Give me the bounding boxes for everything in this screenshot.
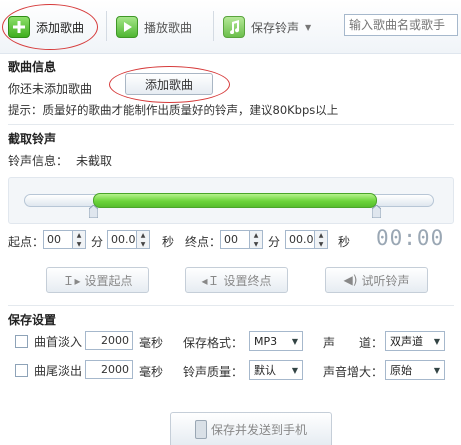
chevron-down-icon: ▼ xyxy=(433,365,440,375)
cut-ringtone-title: 截取铃声 xyxy=(8,132,57,146)
end-minute-field[interactable]: 00 xyxy=(220,230,250,249)
set-start-label: 设置起点 xyxy=(84,273,133,288)
play-icon xyxy=(116,16,138,38)
start-handle[interactable] xyxy=(88,204,99,219)
channel-select[interactable]: 双声道 ▼ xyxy=(385,331,445,351)
boost-label: 声音增大： xyxy=(323,365,384,379)
ringtone-info-label: 铃声信息： xyxy=(8,154,69,168)
chevron-down-icon: ▼ xyxy=(305,22,312,32)
format-label: 保存格式： xyxy=(183,336,244,350)
toolbar-divider xyxy=(106,11,107,41)
start-second-unit: 秒 xyxy=(162,235,175,249)
format-select[interactable]: MP3 ▼ xyxy=(249,331,303,351)
chevron-down-icon: ▼ xyxy=(291,365,298,375)
set-end-label: 设置终点 xyxy=(223,273,272,288)
end-minute-stepper[interactable]: ▲ ▼ xyxy=(250,230,263,249)
music-note-icon xyxy=(223,16,245,38)
start-minute-stepper[interactable]: ▲ ▼ xyxy=(73,230,86,249)
fade-out-field[interactable]: 2000 xyxy=(85,360,133,379)
fade-out-checkbox[interactable] xyxy=(15,364,28,377)
channel-label: 声 道： xyxy=(323,336,384,350)
save-ringtone-label: 保存铃声 xyxy=(251,20,300,35)
save-settings-title: 保存设置 xyxy=(8,313,57,327)
fade-in-field[interactable]: 2000 xyxy=(85,331,133,350)
chevron-down-icon: ▼ xyxy=(433,336,440,346)
quality-tip: 提示：质量好的歌曲才能制作出质量好的铃声，建议80Kbps以上 xyxy=(8,103,339,117)
boost-value: 原始 xyxy=(390,364,412,377)
fade-in-label: 曲首淡入 xyxy=(34,335,83,349)
fade-in-checkbox[interactable] xyxy=(15,335,28,348)
fade-out-label: 曲尾淡出 xyxy=(34,364,83,378)
song-status-text: 你还未添加歌曲 xyxy=(8,82,93,96)
section-divider xyxy=(8,305,454,306)
speaker-icon: ◀) xyxy=(343,273,358,287)
song-info-title: 歌曲信息 xyxy=(8,60,57,74)
end-second-field[interactable]: 00.0 xyxy=(285,230,315,249)
highlight-ring xyxy=(109,66,230,103)
preview-label: 试听铃声 xyxy=(361,273,410,288)
end-minute-unit: 分 xyxy=(268,235,281,249)
chevron-down-icon: ▼ xyxy=(291,336,298,346)
section-divider xyxy=(8,124,454,125)
preview-ringtone-button[interactable]: ◀) 试听铃声 xyxy=(325,267,428,293)
save-ringtone-dropdown[interactable]: 保存铃声 ▼ xyxy=(223,11,311,43)
end-second-stepper[interactable]: ▲ ▼ xyxy=(315,230,328,249)
format-value: MP3 xyxy=(254,334,278,348)
start-second-field[interactable]: 00.0 xyxy=(107,230,137,249)
start-marker-icon: Ｉ▸ xyxy=(62,273,81,288)
play-song-label: 播放歌曲 xyxy=(144,20,193,35)
quality-value: 默认 xyxy=(254,364,276,377)
fade-in-unit: 毫秒 xyxy=(139,336,164,350)
save-and-send-label: 保存并发送到手机 xyxy=(210,422,307,437)
end-handle[interactable] xyxy=(371,204,382,219)
boost-select[interactable]: 原始 ▼ xyxy=(385,360,445,380)
end-label: 终点： xyxy=(185,235,222,249)
highlight-ring xyxy=(2,4,98,50)
start-minute-unit: 分 xyxy=(91,235,104,249)
quality-select[interactable]: 默认 ▼ xyxy=(249,360,303,380)
toolbar-divider xyxy=(213,11,214,41)
play-song-button[interactable]: 播放歌曲 xyxy=(116,11,192,43)
end-marker-icon: ◂Ｉ xyxy=(201,273,220,288)
time-display: 00:00 xyxy=(376,226,445,250)
phone-icon xyxy=(194,419,207,439)
start-label: 起点： xyxy=(8,235,45,249)
timeline-selection[interactable] xyxy=(93,193,377,208)
set-end-button[interactable]: ◂Ｉ 设置终点 xyxy=(185,267,288,293)
fade-out-unit: 毫秒 xyxy=(139,365,164,379)
start-minute-field[interactable]: 00 xyxy=(43,230,73,249)
channel-value: 双声道 xyxy=(390,335,423,348)
set-start-button[interactable]: Ｉ▸ 设置起点 xyxy=(46,267,149,293)
quality-label: 铃声质量： xyxy=(183,365,244,379)
ringtone-info-value: 未截取 xyxy=(76,154,113,168)
save-and-send-button[interactable]: 保存并发送到手机 xyxy=(170,412,332,445)
end-second-unit: 秒 xyxy=(338,235,351,249)
start-second-stepper[interactable]: ▲ ▼ xyxy=(137,230,150,249)
search-input[interactable] xyxy=(344,14,458,36)
